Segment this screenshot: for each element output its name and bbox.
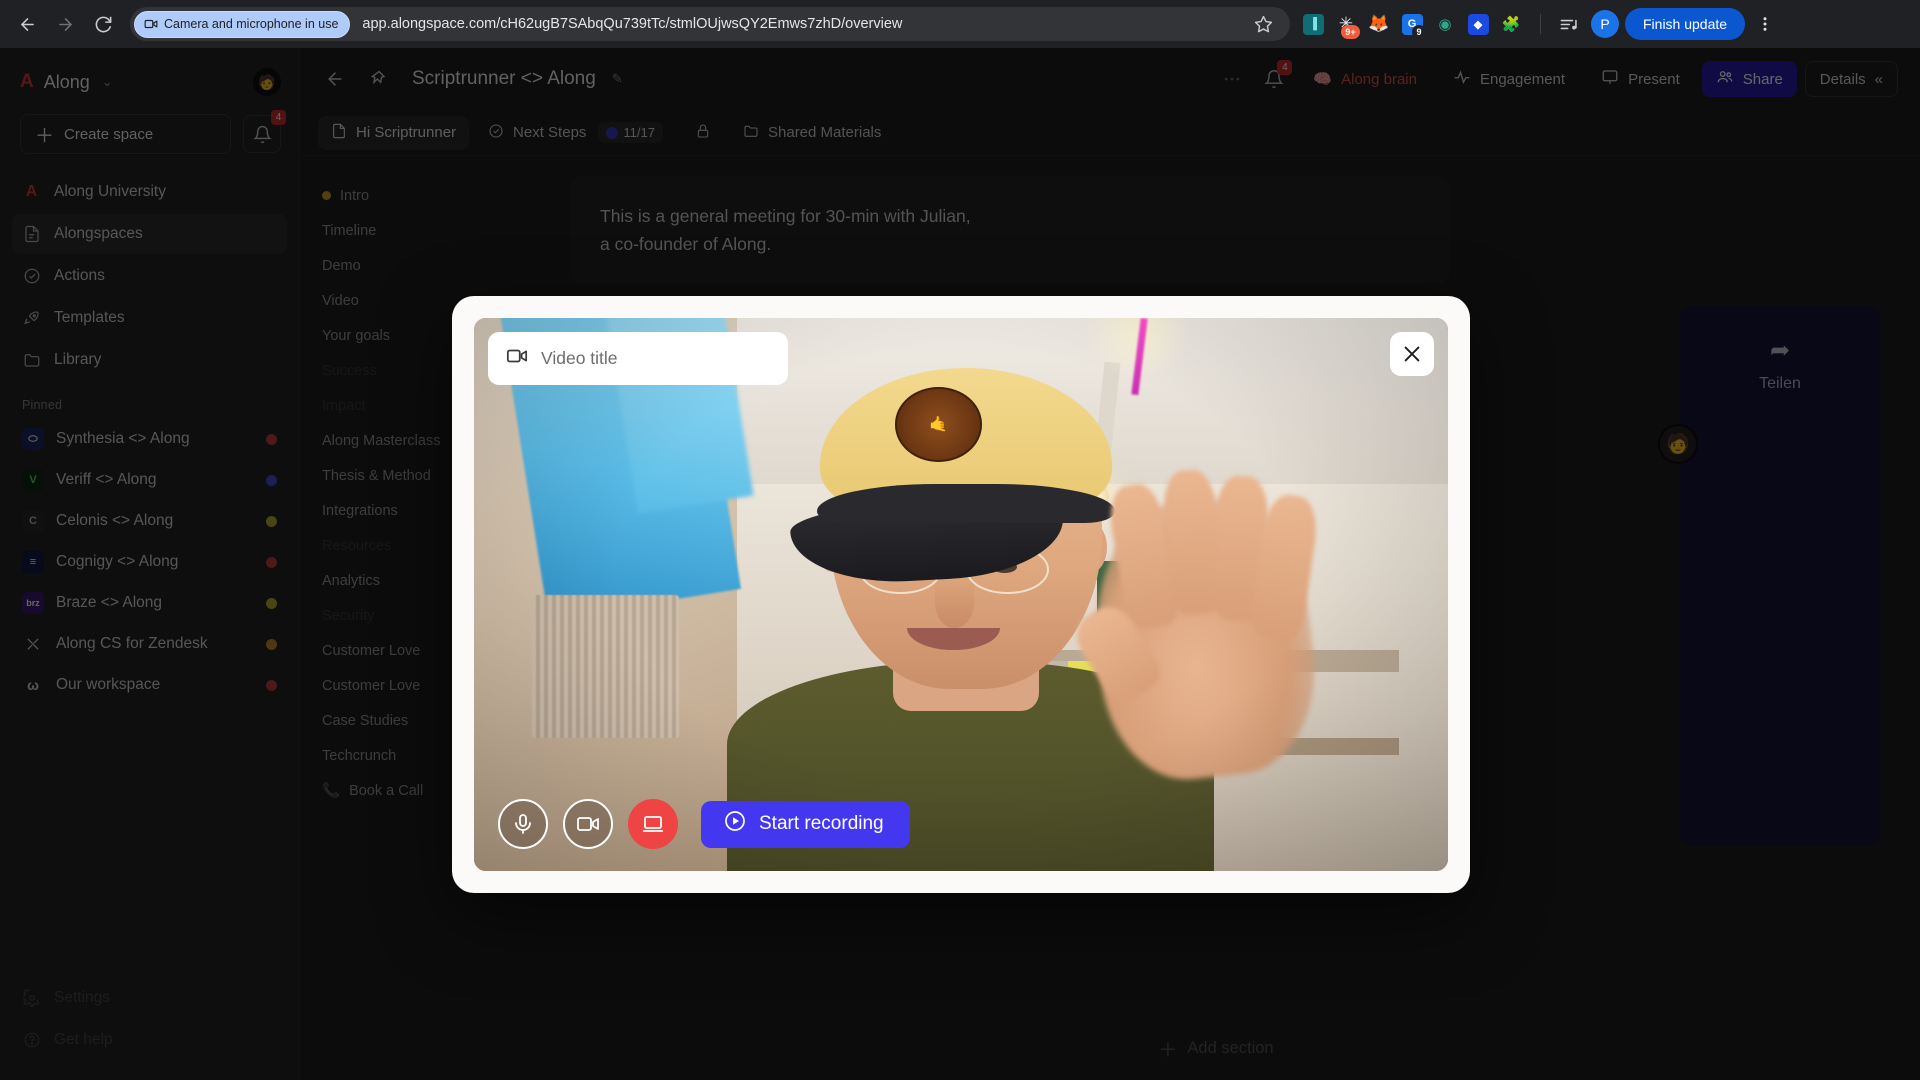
blue-extension-icon[interactable]: ◆ xyxy=(1463,9,1493,39)
grammarly-extension-icon[interactable]: G9 xyxy=(1397,9,1427,39)
back-button[interactable] xyxy=(10,7,44,41)
puzzle-extensions-icon[interactable]: 🧩 xyxy=(1496,9,1526,39)
start-recording-button[interactable]: Start recording xyxy=(701,800,910,848)
bookmark-star-icon[interactable] xyxy=(1246,7,1280,41)
vignette xyxy=(474,318,1448,871)
video-recorder-modal: 🤙 xyxy=(452,296,1470,893)
kebab-menu-icon[interactable] xyxy=(1751,8,1779,40)
webcam-scene: 🤙 xyxy=(474,318,1448,871)
url-text: app.alongspace.com/cH62ugB7SAbqQu739tTc/… xyxy=(362,16,903,32)
video-camera-icon[interactable] xyxy=(563,799,613,849)
browser-toolbar: Camera and microphone in use app.alongsp… xyxy=(0,0,1920,48)
close-icon[interactable] xyxy=(1390,332,1434,376)
eye-extension-icon[interactable]: ◉ xyxy=(1430,9,1460,39)
video-title-field[interactable] xyxy=(488,332,788,385)
camera-microphone-in-use-chip[interactable]: Camera and microphone in use xyxy=(134,10,351,38)
screen-icon[interactable] xyxy=(628,799,678,849)
extensions-area: ▐ ✳ 9+ 🦊 G9 ◉ ◆ 🧩 xyxy=(1298,9,1526,39)
finish-update-button[interactable]: Finish update xyxy=(1625,8,1746,40)
profile-avatar[interactable]: P xyxy=(1591,10,1619,38)
play-circle-icon xyxy=(723,809,747,839)
recorder-controls: Start recording xyxy=(498,799,910,849)
toolbar-divider xyxy=(1540,14,1541,34)
address-bar[interactable]: Camera and microphone in use app.alongsp… xyxy=(130,7,1290,41)
microphone-icon[interactable] xyxy=(498,799,548,849)
app-root: A Along ⌄ 🧑 ＋ Create space 4 A Along Uni… xyxy=(0,48,1920,1080)
video-title-input[interactable] xyxy=(541,348,770,369)
height-extension-icon[interactable]: ▐ xyxy=(1298,9,1328,39)
forward-button[interactable] xyxy=(48,7,82,41)
start-recording-label: Start recording xyxy=(759,813,884,834)
reload-button[interactable] xyxy=(86,7,120,41)
metamask-extension-icon[interactable]: 🦊 xyxy=(1364,9,1394,39)
browser-profile-area: P Finish update xyxy=(1536,7,1779,41)
webcam-preview: 🤙 xyxy=(474,318,1448,871)
reading-list-icon[interactable] xyxy=(1551,7,1585,41)
camera-chip-label: Camera and microphone in use xyxy=(164,17,339,31)
video-camera-icon xyxy=(506,345,528,372)
notifications-extension-icon[interactable]: ✳ 9+ xyxy=(1331,9,1361,39)
